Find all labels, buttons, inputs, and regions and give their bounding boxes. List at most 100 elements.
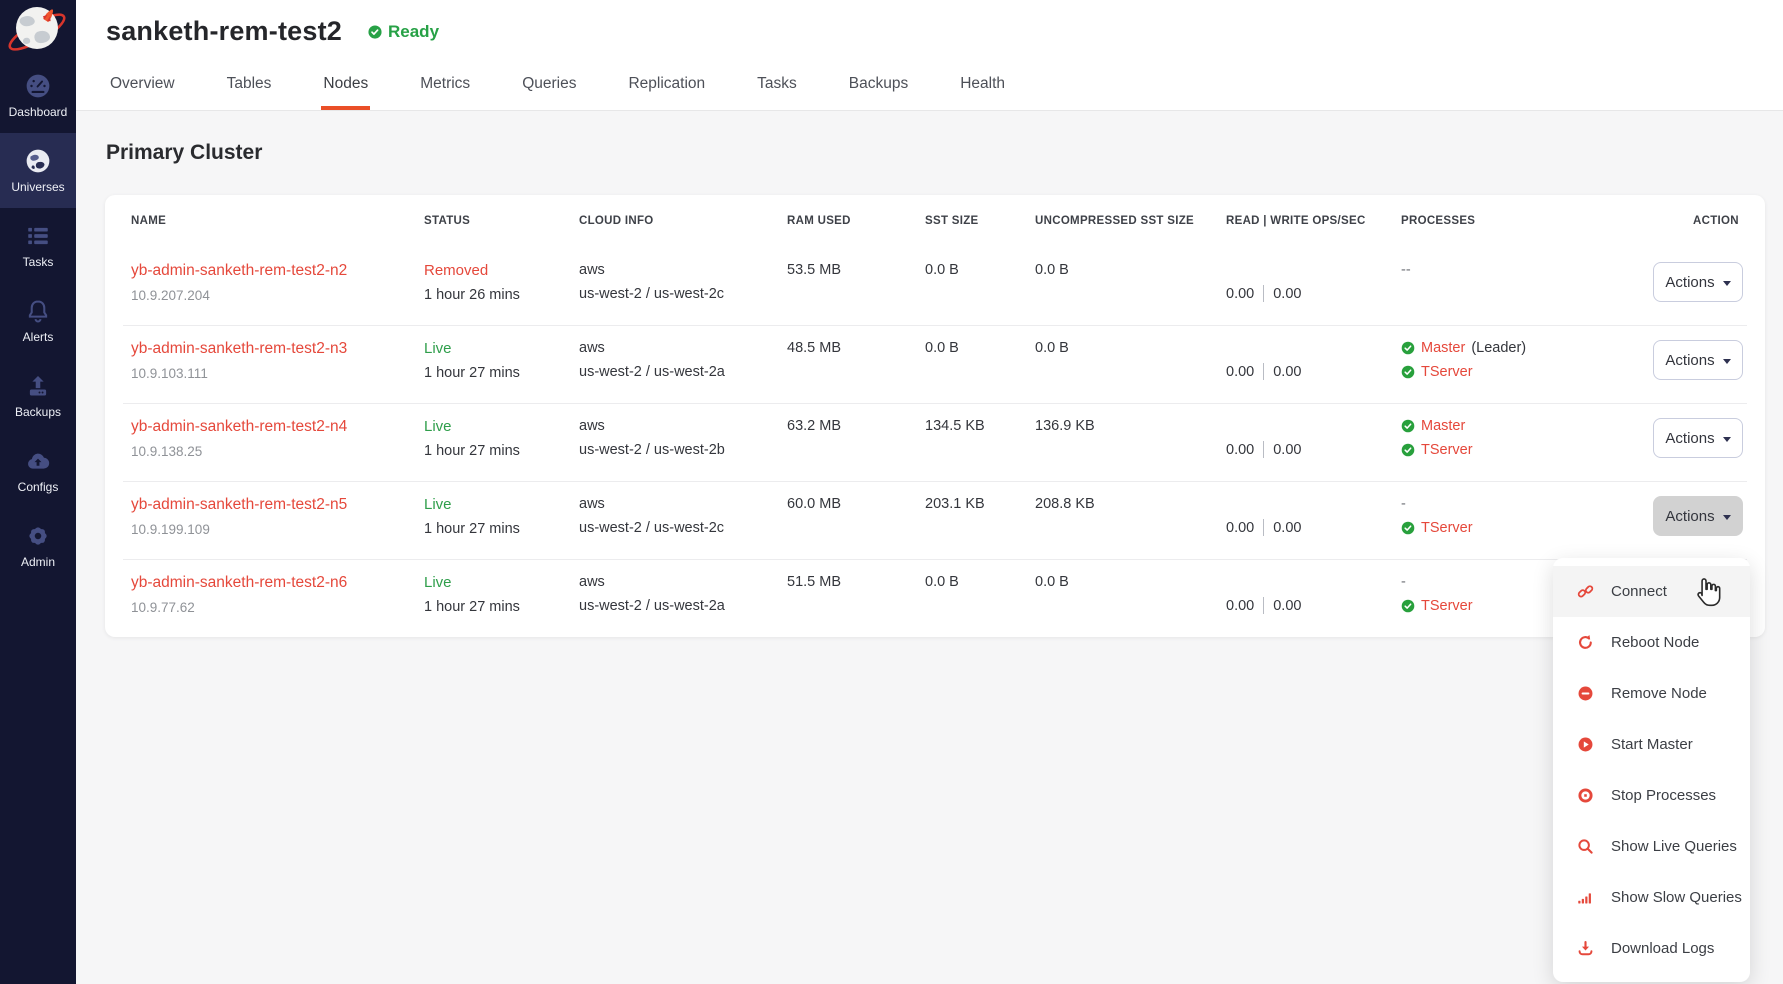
actions-button-open[interactable]: Actions [1653,496,1743,536]
tab-overview[interactable]: Overview [108,67,177,110]
minus-circle-icon [1577,685,1594,702]
node-status: Live [424,340,579,357]
write-ops: 0.00 [1273,520,1301,536]
menu-item-show-slow-queries[interactable]: Show Slow Queries [1553,872,1750,923]
process-tserver-link[interactable]: TServer [1421,520,1473,536]
table-row: yb-admin-sanketh-rem-test2-n4 10.9.138.2… [105,403,1765,481]
actions-button[interactable]: Actions [1653,262,1743,302]
tab-backups[interactable]: Backups [847,67,910,110]
process-tserver-link[interactable]: TServer [1421,442,1473,458]
process-tserver-link[interactable]: TServer [1421,598,1473,614]
divider [1263,597,1264,614]
tab-tables[interactable]: Tables [225,67,274,110]
menu-item-show-live-queries[interactable]: Show Live Queries [1553,821,1750,872]
sidebar: Dashboard Universes Tasks Alerts [0,0,76,984]
ram-used: 60.0 MB [787,496,925,559]
sst-size: 203.1 KB [925,496,1035,559]
yugabyte-logo[interactable] [0,0,76,58]
menu-item-stop-processes[interactable]: Stop Processes [1553,770,1750,821]
reboot-icon [1577,634,1594,651]
task-list-icon [25,223,51,249]
node-ip: 10.9.103.111 [131,366,424,381]
sidebar-item-universes[interactable]: Universes [0,133,76,208]
node-link[interactable]: yb-admin-sanketh-rem-test2-n6 [131,574,347,592]
cloud-provider: aws [579,418,787,434]
globe-icon [25,148,51,174]
section-title: Primary Cluster [106,141,1783,165]
upload-tray-icon [25,373,51,399]
node-link[interactable]: yb-admin-sanketh-rem-test2-n4 [131,418,347,436]
menu-item-reboot-node[interactable]: Reboot Node [1553,617,1750,668]
tab-queries[interactable]: Queries [520,67,578,110]
menu-item-label: Show Live Queries [1611,838,1737,855]
check-circle-icon [1401,419,1415,433]
menu-item-connect[interactable]: Connect [1553,566,1750,617]
cloud-provider: aws [579,340,787,356]
tab-tasks[interactable]: Tasks [755,67,799,110]
ram-used: 53.5 MB [787,262,925,325]
node-uptime: 1 hour 26 mins [424,287,579,303]
node-link[interactable]: yb-admin-sanketh-rem-test2-n2 [131,262,347,280]
dashboard-gauge-icon [25,73,51,99]
table-header-row: NAME STATUS CLOUD INFO RAM USED SST SIZE… [105,195,1765,247]
node-link[interactable]: yb-admin-sanketh-rem-test2-n3 [131,340,347,358]
cloud-region: us-west-2 / us-west-2a [579,364,787,380]
sidebar-item-alerts[interactable]: Alerts [0,283,76,358]
process-tserver-link[interactable]: TServer [1421,364,1473,380]
tab-replication[interactable]: Replication [626,67,707,110]
check-circle-icon [1401,365,1415,379]
sidebar-item-label: Tasks [23,255,54,269]
menu-item-label: Remove Node [1611,685,1707,702]
node-status: Live [424,418,579,435]
actions-button[interactable]: Actions [1653,340,1743,380]
tab-bar: Overview Tables Nodes Metrics Queries Re… [76,67,1783,111]
node-status: Live [424,496,579,513]
column-header-action: ACTION [1673,215,1765,227]
cloud-provider: aws [579,574,787,590]
table-row: yb-admin-sanketh-rem-test2-n2 10.9.207.2… [105,247,1765,325]
process-master-link[interactable]: Master [1421,418,1465,434]
node-status: Live [424,574,579,591]
tab-metrics[interactable]: Metrics [418,67,472,110]
uncompressed-sst-size: 208.8 KB [1035,496,1226,559]
menu-item-label: Show Slow Queries [1611,889,1742,906]
column-header-name: NAME [131,215,424,227]
main-content: sanketh-rem-test2 Ready Overview Tables … [76,0,1783,984]
status-badge: Ready [368,22,439,42]
read-ops: 0.00 [1226,364,1254,380]
cloud-provider: aws [579,262,787,278]
column-header-status: STATUS [424,215,579,227]
page-header: sanketh-rem-test2 Ready Overview Tables … [76,0,1783,111]
node-link[interactable]: yb-admin-sanketh-rem-test2-n5 [131,496,347,514]
sidebar-item-backups[interactable]: Backups [0,358,76,433]
table-row: yb-admin-sanketh-rem-test2-n5 10.9.199.1… [105,481,1765,559]
column-header-read-write: READ | WRITE OPS/SEC [1226,215,1401,227]
actions-button[interactable]: Actions [1653,418,1743,458]
menu-item-label: Reboot Node [1611,634,1699,651]
sidebar-item-label: Admin [21,555,55,569]
bell-icon [25,298,51,324]
tab-health[interactable]: Health [958,67,1007,110]
hand-cursor-icon [1692,577,1722,609]
sidebar-item-dashboard[interactable]: Dashboard [0,58,76,133]
write-ops: 0.00 [1273,286,1301,302]
cloud-region: us-west-2 / us-west-2c [579,520,787,536]
processes-empty: -- [1401,262,1673,325]
node-uptime: 1 hour 27 mins [424,521,579,537]
tab-nodes[interactable]: Nodes [321,67,370,110]
column-header-cloud-info: CLOUD INFO [579,215,787,227]
sidebar-item-label: Alerts [23,330,54,344]
menu-item-download-logs[interactable]: Download Logs [1553,923,1750,974]
stop-circle-icon [1577,787,1594,804]
sidebar-item-label: Configs [18,480,59,494]
sidebar-item-tasks[interactable]: Tasks [0,208,76,283]
menu-item-remove-node[interactable]: Remove Node [1553,668,1750,719]
process-master-link[interactable]: Master [1421,340,1465,356]
search-icon [1577,838,1594,855]
sidebar-item-configs[interactable]: Configs [0,433,76,508]
uncompressed-sst-size: 136.9 KB [1035,418,1226,481]
cloud-region: us-west-2 / us-west-2a [579,598,787,614]
sidebar-item-admin[interactable]: Admin [0,508,76,583]
menu-item-start-master[interactable]: Start Master [1553,719,1750,770]
caret-down-icon [1723,281,1731,286]
